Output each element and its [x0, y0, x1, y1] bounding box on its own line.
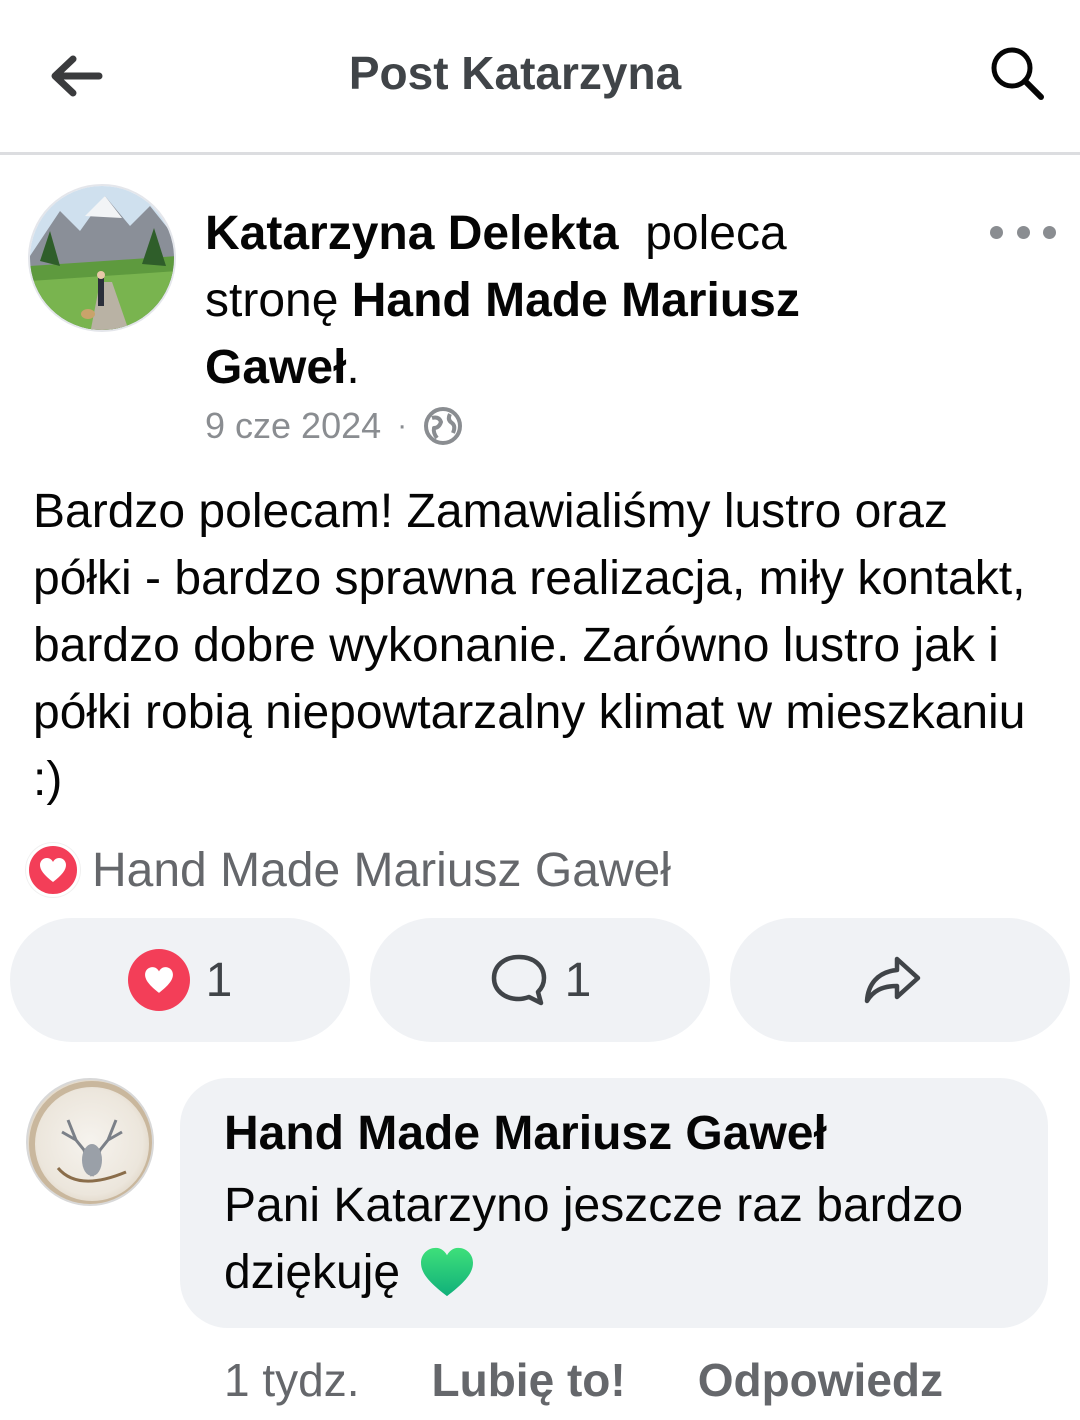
more-dots-icon [990, 225, 1003, 239]
comment-footer: 1 tydz. Lubię to! Odpowiedz [224, 1350, 943, 1410]
reply-button[interactable]: Odpowiedz [698, 1353, 943, 1407]
post-heading: Katarzyna Delekta poleca stronę Hand Mad… [205, 200, 905, 401]
post-meta: 9 cze 2024 · [205, 404, 463, 448]
recommends-text: poleca [645, 207, 787, 260]
author-avatar[interactable] [28, 184, 176, 332]
love-button[interactable]: 1 [10, 918, 350, 1042]
comment-button[interactable]: 1 [370, 918, 710, 1042]
love-count: 1 [205, 953, 233, 1007]
like-comment-button[interactable]: Lubię to! [432, 1353, 626, 1407]
search-icon [991, 47, 1044, 100]
stag-logo-icon [29, 1081, 152, 1204]
globe-icon [424, 407, 463, 445]
comment-text: Pani Katarzyno jeszcze raz bardzo dzięku… [224, 1179, 964, 1299]
page-text: stronę [205, 274, 339, 327]
heart-icon [127, 949, 190, 1011]
heading-period: . [346, 341, 360, 394]
love-reaction-icon [26, 843, 80, 897]
meta-separator: · [397, 409, 408, 442]
comment-count: 1 [564, 953, 592, 1007]
commenter-avatar[interactable] [26, 1078, 154, 1206]
comment-author[interactable]: Hand Made Mariusz Gaweł [224, 1106, 1004, 1162]
author-name[interactable]: Katarzyna Delekta [205, 207, 619, 260]
more-options-button[interactable] [990, 212, 1056, 252]
more-dot [1016, 225, 1030, 239]
reactor-name: Hand Made Mariusz Gaweł [92, 843, 671, 897]
avatar-image [30, 186, 174, 330]
recommended-page-name-cont[interactable]: Gaweł [205, 341, 346, 394]
top-bar: Post Katarzyna [0, 0, 1080, 155]
share-button[interactable] [730, 918, 1070, 1042]
recommended-page-name[interactable]: Hand Made Mariusz [352, 274, 800, 327]
green-heart-emoji-icon [421, 1247, 474, 1297]
post-text: Bardzo polecam! Zamawialiśmy lustro oraz… [33, 485, 1026, 806]
comment-bubble-icon [491, 954, 546, 1006]
action-bar: 1 1 [10, 918, 1070, 1042]
comment-bubble[interactable]: Hand Made Mariusz Gaweł Pani Katarzyno j… [180, 1078, 1048, 1328]
comment-text-wrap: Pani Katarzyno jeszcze raz bardzo dzięku… [224, 1172, 1004, 1306]
share-icon [864, 956, 921, 1004]
comment-time: 1 tydz. [224, 1354, 360, 1406]
page-title: Post Katarzyna [348, 47, 682, 99]
search-button[interactable] [984, 40, 1050, 106]
more-dot [1043, 225, 1056, 239]
post-date[interactable]: 9 cze 2024 [205, 405, 381, 447]
reaction-summary[interactable]: Hand Made Mariusz Gaweł [26, 840, 671, 900]
